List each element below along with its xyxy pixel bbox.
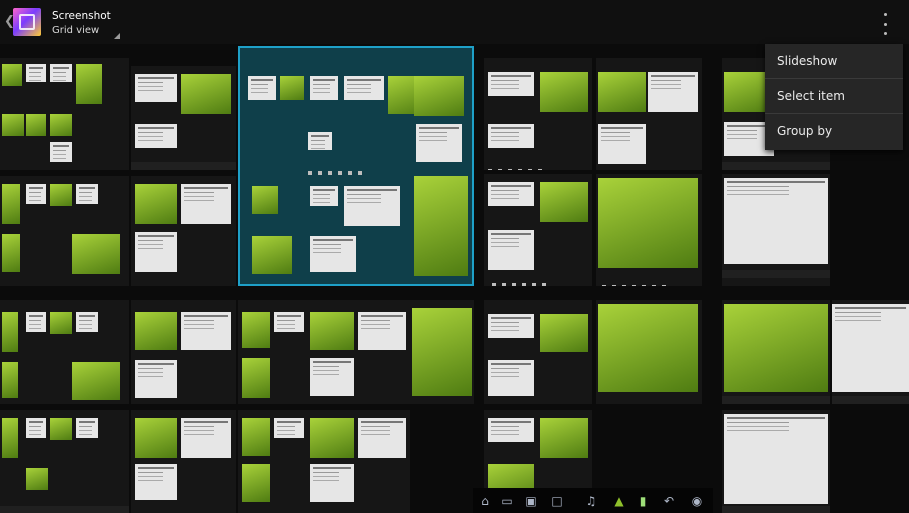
android-icon: ▲ [614, 494, 624, 508]
thumbnail[interactable] [832, 300, 909, 404]
screenshot-icon[interactable]: ▣ [525, 495, 537, 507]
thumbnail[interactable] [722, 300, 830, 404]
thumbnail[interactable] [722, 174, 830, 286]
thumbnail[interactable] [131, 66, 236, 170]
thumbnail[interactable] [0, 300, 129, 404]
overflow-menu: Slideshow Select item Group by [765, 44, 903, 150]
thumbnail[interactable] [484, 174, 592, 286]
volume-icon[interactable]: ♫ [585, 495, 597, 507]
gallery-icon[interactable] [13, 8, 41, 36]
recent-apps-icon[interactable]: ▭ [501, 495, 513, 507]
thumbnail[interactable] [410, 300, 474, 404]
thumbnail[interactable] [131, 300, 236, 404]
dropdown-indicator-icon [114, 33, 120, 39]
thumbnail[interactable] [308, 300, 410, 404]
thumbnail[interactable] [596, 174, 702, 286]
monitor-icon[interactable]: □ [551, 495, 563, 507]
thumbnail[interactable] [238, 410, 308, 513]
thumbnail[interactable] [484, 58, 592, 170]
menu-item-label: Select item [777, 89, 845, 103]
thumbnail[interactable] [131, 410, 236, 513]
system-navigation-bar: ⌂ ▭ ▣ □ ♫ ▲ ▮ ↶ ◉ [473, 488, 713, 513]
back-icon[interactable]: ↶ [663, 495, 675, 507]
thumbnail[interactable] [722, 410, 830, 513]
thumbnail[interactable] [131, 176, 236, 286]
battery-icon: ▮ [639, 494, 647, 508]
gallery-screen: ❮ Screenshot Grid view Slideshow Select … [0, 0, 909, 513]
thumbnail-selected[interactable] [238, 46, 474, 286]
thumbnail[interactable] [0, 176, 129, 286]
view-mode-dropdown[interactable]: Grid view [52, 25, 99, 36]
thumbnail[interactable] [0, 410, 129, 513]
action-bar: ❮ Screenshot Grid view [0, 0, 909, 44]
menu-item-group-by[interactable]: Group by [765, 114, 903, 149]
thumbnail[interactable] [596, 58, 702, 170]
thumbnail[interactable] [0, 58, 129, 170]
home-icon[interactable]: ⌂ [479, 495, 491, 507]
thumbnail[interactable] [308, 410, 410, 513]
thumbnail[interactable] [596, 300, 702, 404]
menu-item-label: Group by [777, 124, 833, 138]
menu-item-select-item[interactable]: Select item [765, 79, 903, 114]
thumbnail[interactable] [238, 300, 308, 404]
overflow-menu-icon[interactable] [880, 13, 890, 35]
thumbnail[interactable] [484, 300, 592, 404]
camera-icon[interactable]: ◉ [691, 495, 703, 507]
album-title[interactable]: Screenshot [52, 11, 111, 22]
menu-item-slideshow[interactable]: Slideshow [765, 44, 903, 79]
menu-item-label: Slideshow [777, 54, 838, 68]
